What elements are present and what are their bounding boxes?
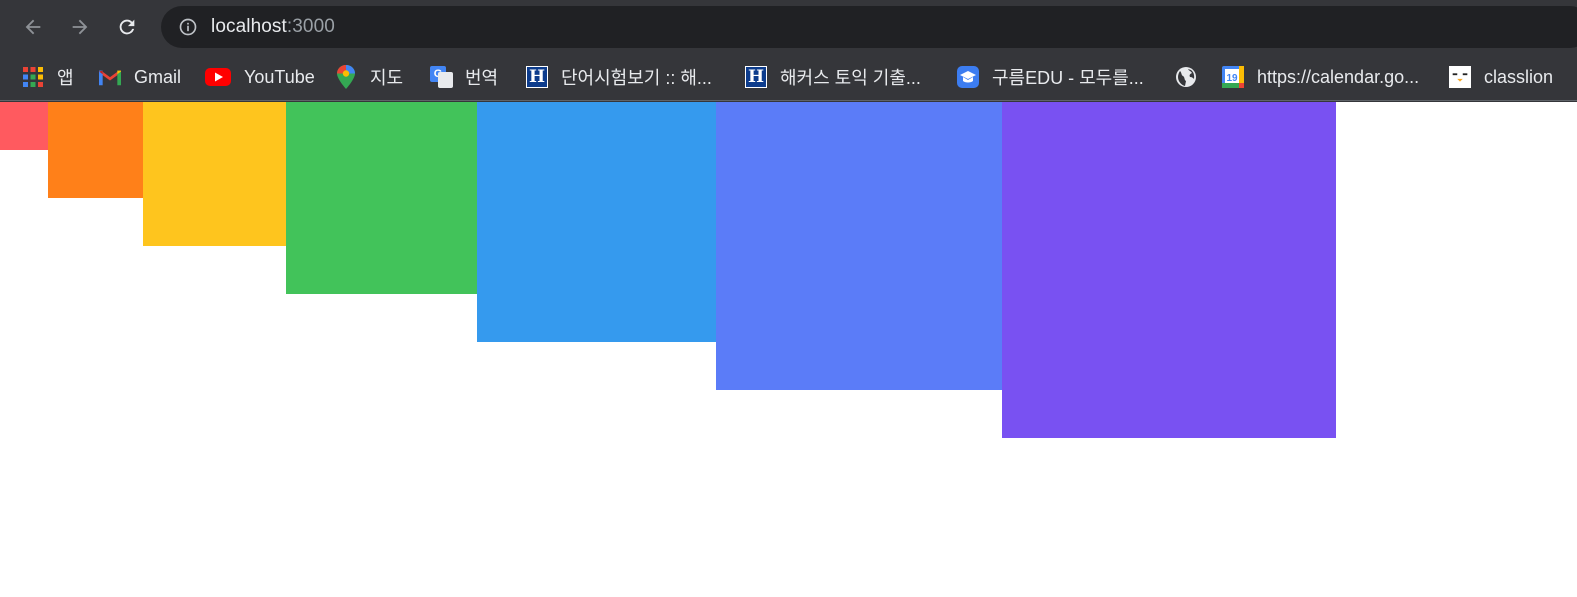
- bookmark-hackers-toeic[interactable]: H 해커스 토익 기출...: [745, 54, 921, 100]
- hackers-h-icon: H: [526, 66, 548, 88]
- bookmark-gmail[interactable]: Gmail: [99, 54, 181, 100]
- gmail-icon: [99, 66, 121, 88]
- color-box-violet: [1002, 102, 1336, 438]
- bookmark-translate[interactable]: G 번역: [430, 54, 498, 100]
- color-box-red: [0, 102, 48, 150]
- bookmark-label: 구름EDU - 모두를...: [992, 68, 1144, 88]
- forward-button[interactable]: [63, 10, 97, 44]
- url-host: localhost: [211, 16, 287, 37]
- youtube-icon: [205, 66, 231, 88]
- bookmark-label: 번역: [465, 68, 499, 88]
- bookmarks-bar: 앱 Gmail YouTube 지도 번역 H 단어시험보기:: 해... H…: [0, 54, 1577, 101]
- bookmark-google-calendar[interactable]: 19 https://calendar.go...: [1222, 54, 1419, 100]
- goorm-edu-icon: [957, 66, 979, 88]
- classlion-icon: [1449, 66, 1471, 88]
- bookmark-label: 단어시험보기 :: 해...: [561, 68, 712, 88]
- calendar-icon: 19: [1222, 66, 1244, 88]
- bookmark-globe[interactable]: [1175, 54, 1197, 100]
- bookmark-goorm-edu[interactable]: 구름EDU - 모두를...: [957, 54, 1144, 100]
- color-box-green: [286, 102, 477, 294]
- bookmark-hackers-vocab[interactable]: H 단어시험보기 :: 해...: [526, 54, 712, 100]
- url-port: :3000: [286, 16, 335, 37]
- bookmark-label: https://calendar.go...: [1257, 66, 1420, 87]
- reload-icon: [119, 19, 135, 35]
- apps-grid-icon: [22, 66, 44, 88]
- color-box-orange: [48, 102, 143, 198]
- color-box-indigo: [716, 102, 1002, 390]
- maps-pin-icon: [335, 65, 357, 89]
- bookmark-label: 해커스 토익 기출...: [780, 68, 921, 88]
- address-bar[interactable]: localhost:3000: [161, 6, 1577, 48]
- globe-icon: [1175, 66, 1197, 88]
- translate-icon: G: [430, 66, 453, 88]
- browser-chrome: localhost:3000 앱 Gmail YouTube 지도 번역 H 단…: [0, 0, 1577, 102]
- bookmark-apps[interactable]: 앱: [22, 54, 74, 100]
- color-box-yellow: [143, 102, 286, 246]
- reload-button[interactable]: [110, 10, 144, 44]
- color-box-blue: [477, 102, 716, 342]
- bookmark-label: Gmail: [134, 66, 182, 87]
- bookmark-maps[interactable]: 지도: [335, 54, 403, 100]
- bookmark-label: 지도: [370, 68, 404, 88]
- browser-toolbar: localhost:3000: [0, 0, 1577, 54]
- bookmark-label: 앱: [57, 68, 74, 88]
- info-icon[interactable]: [177, 16, 199, 38]
- hackers-h-icon: H: [745, 66, 767, 88]
- bookmark-youtube[interactable]: YouTube: [205, 54, 315, 100]
- bookmark-label: classlion: [1484, 66, 1554, 87]
- bookmark-label: YouTube: [244, 66, 315, 87]
- bookmark-classlion[interactable]: classlion: [1449, 54, 1553, 100]
- arrow-right-icon: [72, 19, 88, 35]
- url-text: localhost:3000: [211, 16, 335, 38]
- back-button[interactable]: [16, 10, 50, 44]
- arrow-left-icon: [25, 19, 41, 35]
- svg-text:19: 19: [1226, 73, 1238, 84]
